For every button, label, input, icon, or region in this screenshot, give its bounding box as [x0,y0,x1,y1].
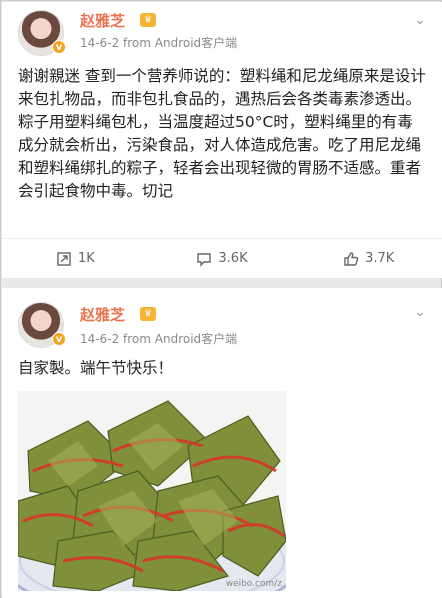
chevron-down-icon[interactable]: ⌄ [414,304,426,320]
post-meta: 14-6-2 from Android客户端 [80,34,237,51]
crown-icon: ♛ [140,307,156,321]
comment-count: 3.6K [218,251,248,266]
v-badge-icon: v [52,40,66,54]
repost-button[interactable]: 1K [2,239,149,278]
repost-icon [57,251,71,266]
like-count: 3.7K [365,251,395,266]
post-source: from Android客户端 [123,332,238,346]
watermark: weibo.com/z [225,579,282,589]
username[interactable]: 赵雅芝 [80,10,125,31]
v-badge-icon: v [52,332,66,346]
username[interactable]: 赵雅芝 [80,304,125,325]
post-text: 谢谢親迷 查到一个营养师说的：塑料绳和尼龙绳原来是设计来包扎物品，而非包扎食品的… [18,67,426,200]
post-card: v 赵雅芝 ♛ 14-6-2 from Android客户端 ⌄ 谢谢親迷 查到… [2,2,442,278]
post-actions: 1K 3.6K 3.7K [2,238,442,278]
chevron-down-icon[interactable]: ⌄ [414,12,426,28]
screenshot-frame: v 赵雅芝 ♛ 14-6-2 from Android客户端 ⌄ 谢谢親迷 查到… [0,0,442,598]
repost-count: 1K [77,251,95,266]
post-date: 14-6-2 [80,332,120,346]
like-icon [344,251,359,266]
like-button[interactable]: 3.7K [295,239,442,278]
post-card: v 赵雅芝 ♛ 14-6-2 from Android客户端 ⌄ 自家製。端午节… [2,288,442,598]
comment-button[interactable]: 3.6K [149,239,296,278]
post-photo[interactable]: weibo.com/z [18,391,286,591]
post-date: 14-6-2 [80,36,120,50]
post-meta: 14-6-2 from Android客户端 [80,330,237,347]
comment-icon [197,252,212,267]
crown-icon: ♛ [140,13,156,27]
post-text: 自家製。端午节快乐！ [18,359,174,377]
post-source: from Android客户端 [123,36,238,50]
zongzi-photo [18,391,286,591]
